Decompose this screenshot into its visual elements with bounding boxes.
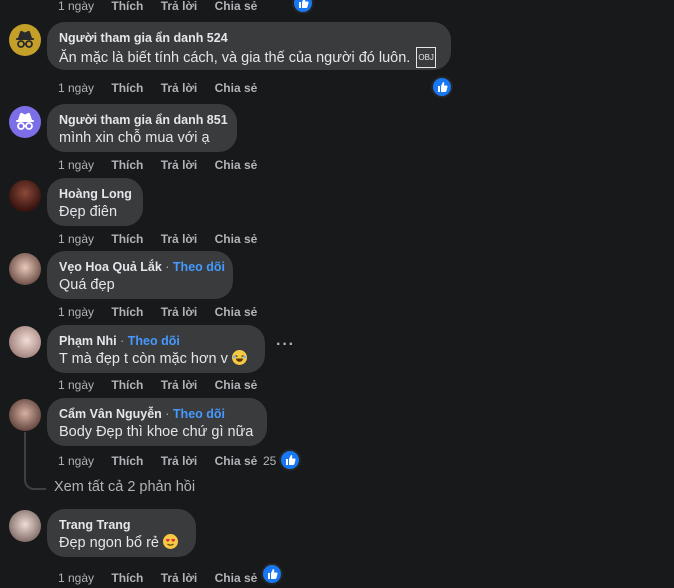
comment-actions: 1 ngày Thích Trả lời Chia sẻ: [58, 377, 257, 393]
share-link[interactable]: Chia sẻ: [215, 0, 258, 14]
share-link[interactable]: Chia sẻ: [215, 157, 258, 173]
like-link[interactable]: Thích: [111, 231, 143, 247]
share-link[interactable]: Chia sẻ: [215, 377, 258, 393]
follow-link[interactable]: Theo dõi: [173, 407, 225, 421]
user-avatar[interactable]: [9, 253, 41, 285]
heart-eyes-emoji-icon: [163, 534, 178, 549]
reply-link[interactable]: Trả lời: [161, 80, 198, 96]
reply-link[interactable]: Trả lời: [161, 377, 198, 393]
comment-time[interactable]: 1 ngày: [58, 304, 94, 320]
share-link[interactable]: Chia sẻ: [215, 80, 258, 96]
comment-bubble: Trang Trang Đẹp ngon bổ rẻ: [47, 509, 196, 557]
reaction-count[interactable]: 25: [263, 453, 276, 469]
reply-link[interactable]: Trả lời: [161, 453, 198, 469]
comment-actions: 1 ngày Thích Trả lời Chia sẻ: [58, 304, 257, 320]
like-link[interactable]: Thích: [111, 570, 143, 586]
like-link[interactable]: Thích: [111, 453, 143, 469]
share-link[interactable]: Chia sẻ: [215, 231, 258, 247]
share-link[interactable]: Chia sẻ: [215, 453, 258, 469]
comment-text: Ăn mặc là biết tính cách, và gia thế của…: [59, 50, 411, 66]
follow-link[interactable]: Theo dõi: [128, 334, 180, 348]
like-reaction-icon[interactable]: [431, 76, 453, 98]
comment-bubble: Vẹo Hoa Quả Lắk · Theo dõi Quá đẹp: [47, 251, 233, 299]
comment-bubble: Hoàng Long Đẹp điên: [47, 178, 143, 226]
commenter-name[interactable]: Người tham gia ẩn danh 851: [59, 112, 228, 128]
like-link[interactable]: Thích: [111, 0, 143, 14]
comment-time[interactable]: 1 ngày: [58, 570, 94, 586]
comment-actions: 1 ngày Thích Trả lời Chia sẻ: [58, 570, 257, 586]
comment-time[interactable]: 1 ngày: [58, 80, 94, 96]
share-link[interactable]: Chia sẻ: [215, 304, 258, 320]
follow-link[interactable]: Theo dõi: [173, 260, 225, 274]
obj-emoji-icon: OBJ: [416, 47, 436, 68]
reply-link[interactable]: Trả lời: [161, 570, 198, 586]
like-reaction-icon[interactable]: [279, 449, 301, 471]
user-avatar[interactable]: [9, 399, 41, 431]
like-reaction-icon[interactable]: [292, 0, 314, 14]
comment-bubble: Người tham gia ẩn danh 851 mình xin chỗ …: [47, 104, 237, 152]
commenter-name[interactable]: Vẹo Hoa Quả Lắk: [59, 260, 162, 274]
comment-actions: 1 ngày Thích Trả lời Chia sẻ: [58, 231, 257, 247]
like-link[interactable]: Thích: [111, 80, 143, 96]
comment-text: Body Đẹp thì khoe chứ gì nữa: [59, 424, 254, 440]
commenter-name[interactable]: Trang Trang: [59, 517, 184, 533]
comment-bubble: Người tham gia ẩn danh 524 Ăn mặc là biế…: [47, 22, 451, 70]
comment-time[interactable]: 1 ngày: [58, 0, 94, 14]
reply-link[interactable]: Trả lời: [161, 0, 198, 14]
comment-text: Đẹp điên: [59, 204, 118, 220]
commenter-name[interactable]: Cẩm Vân Nguyễn: [59, 407, 162, 421]
anonymous-icon: [16, 112, 34, 130]
comment-time[interactable]: 1 ngày: [58, 157, 94, 173]
user-avatar[interactable]: [9, 326, 41, 358]
more-options-icon[interactable]: ···: [276, 336, 295, 354]
reply-link[interactable]: Trả lời: [161, 304, 198, 320]
comment-actions: 1 ngày Thích Trả lời Chia sẻ: [58, 157, 257, 173]
reply-link[interactable]: Trả lời: [161, 157, 198, 173]
comment-text: mình xin chỗ mua với ạ: [59, 130, 210, 146]
anonymous-avatar[interactable]: [9, 106, 41, 138]
share-link[interactable]: Chia sẻ: [215, 570, 258, 586]
comment-text: Đẹp ngon bổ rẻ: [59, 535, 159, 551]
comment-time[interactable]: 1 ngày: [58, 231, 94, 247]
user-avatar[interactable]: [9, 180, 41, 212]
view-replies-link[interactable]: Xem tất cả 2 phản hồi: [54, 479, 195, 495]
comment-text: T mà đẹp t còn mặc hơn v: [59, 351, 228, 367]
anonymous-avatar[interactable]: [9, 24, 41, 56]
commenter-name[interactable]: Phạm Nhi: [59, 334, 117, 348]
anonymous-icon: [16, 30, 34, 48]
comment-actions: 1 ngày Thích Trả lời Chia sẻ: [58, 453, 257, 469]
laughing-emoji-icon: [231, 350, 247, 365]
comment-text: Quá đẹp: [59, 277, 115, 293]
comment-time[interactable]: 1 ngày: [58, 377, 94, 393]
like-link[interactable]: Thích: [111, 157, 143, 173]
comment-actions: 1 ngày Thích Trả lời Chia sẻ: [58, 0, 257, 14]
comment-actions: 1 ngày Thích Trả lời Chia sẻ: [58, 80, 257, 96]
reply-link[interactable]: Trả lời: [161, 231, 198, 247]
comment-time[interactable]: 1 ngày: [58, 453, 94, 469]
comment-bubble: Cẩm Vân Nguyễn · Theo dõi Body Đẹp thì k…: [47, 398, 267, 446]
user-avatar[interactable]: [9, 510, 41, 542]
like-reaction-icon[interactable]: [261, 563, 283, 585]
reply-connector-icon: [24, 432, 46, 490]
commenter-name[interactable]: Hoàng Long: [59, 186, 132, 202]
like-link[interactable]: Thích: [111, 377, 143, 393]
commenter-name[interactable]: Người tham gia ẩn danh 524: [59, 30, 439, 46]
like-link[interactable]: Thích: [111, 304, 143, 320]
comment-bubble: Phạm Nhi · Theo dõi T mà đẹp t còn mặc h…: [47, 325, 265, 373]
